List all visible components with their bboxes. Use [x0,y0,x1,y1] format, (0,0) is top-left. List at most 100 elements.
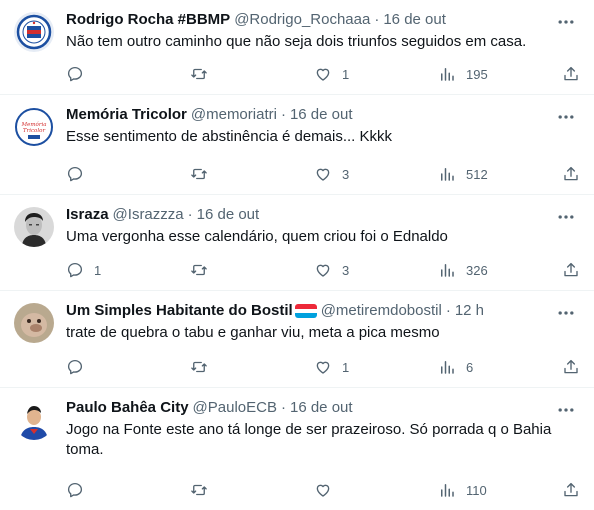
author-name[interactable]: Um Simples Habitante do Bostil [66,301,293,321]
reply-icon [67,166,83,182]
share-button[interactable] [562,480,580,500]
svg-text:Tricolor: Tricolor [23,128,46,134]
reply-button[interactable]: 1 [66,260,101,280]
more-options-icon[interactable] [556,207,576,227]
tweet-text: Uma vergonha esse calendário, quem criou… [66,228,448,245]
avatar[interactable] [14,12,54,52]
tweet-header: Israza @Israzzza · 16 de out [66,205,582,225]
views-icon [441,68,454,81]
share-icon [564,262,578,277]
share-button[interactable] [562,357,580,377]
share-icon [564,166,578,181]
heart-icon [316,168,330,181]
reply-feed: Rodrigo Rocha #BBMP @Rodrigo_Rochaaa · 1… [0,0,594,510]
avatar[interactable] [14,303,54,343]
tweet-actions: 1 3 326 [66,260,582,280]
author-handle[interactable]: @Israzzza [113,205,184,225]
heart-icon [316,264,330,277]
share-button[interactable] [562,260,580,280]
timestamp[interactable]: 16 de out [290,105,353,125]
luxembourg-flag-icon [294,304,317,318]
retweet-button[interactable] [190,357,218,377]
avatar[interactable] [14,400,54,440]
avatar[interactable]: Memória Tricolor [14,107,54,147]
like-button[interactable]: 1 [314,357,349,377]
portrait-icon [14,207,54,247]
share-icon [564,66,578,81]
retweet-button[interactable] [190,260,218,280]
view-count: 6 [466,359,474,375]
separator: · [445,302,451,319]
timestamp[interactable]: 12 h [455,301,484,321]
views-icon [441,168,454,181]
like-button[interactable] [314,480,342,500]
avatar[interactable] [14,207,54,247]
superhero-icon [14,400,54,440]
share-icon [564,359,578,374]
bahia-crest-icon [14,12,54,52]
share-button[interactable] [562,64,580,84]
author-name[interactable]: Paulo Bahêa City [66,398,189,418]
author-name[interactable]: Rodrigo Rocha #BBMP [66,10,230,30]
views-button[interactable]: 326 [438,260,488,280]
author-name[interactable]: Memória Tricolor [66,105,187,125]
more-options-icon[interactable] [556,400,576,420]
separator: · [374,11,380,28]
like-button[interactable]: 3 [314,260,349,280]
tweet[interactable]: Israza @Israzzza · 16 de out Uma vergonh… [0,195,594,291]
tweet[interactable]: Um Simples Habitante do Bostil @metiremd… [0,291,594,388]
views-button[interactable]: 110 [438,480,487,500]
tweet-actions: 1 195 [66,64,582,84]
views-button[interactable]: 195 [438,64,488,84]
like-count: 1 [342,359,350,375]
author-handle[interactable]: @metiremdobostil [321,301,442,321]
like-button[interactable]: 3 [314,164,349,184]
tweet[interactable]: Paulo Bahêa City @PauloECB · 16 de out J… [0,388,594,510]
timestamp[interactable]: 16 de out [290,398,353,418]
view-count: 110 [466,482,487,498]
share-button[interactable] [562,164,580,184]
more-options-icon[interactable] [556,303,576,323]
reply-icon [67,262,83,278]
reply-button[interactable] [66,480,94,500]
tweet-actions: 110 [66,480,582,500]
heart-icon [316,361,330,374]
reply-count: 1 [94,262,102,278]
author-name[interactable]: Israza [66,205,109,225]
tweet[interactable]: Rodrigo Rocha #BBMP @Rodrigo_Rochaaa · 1… [0,0,594,95]
author-handle[interactable]: @Rodrigo_Rochaaa [234,10,370,30]
heart-icon [316,68,330,81]
reply-icon [67,482,83,498]
more-options-icon[interactable] [556,12,576,32]
retweet-button[interactable] [190,164,218,184]
retweet-icon [191,68,207,80]
views-icon [441,361,454,374]
views-button[interactable]: 512 [438,164,488,184]
timestamp[interactable]: 16 de out [383,10,446,30]
reply-button[interactable] [66,164,94,184]
reply-button[interactable] [66,64,94,84]
retweet-button[interactable] [190,64,218,84]
author-handle[interactable]: @PauloECB [193,398,277,418]
separator: · [280,399,286,416]
timestamp[interactable]: 16 de out [197,205,260,225]
reply-button[interactable] [66,357,94,377]
tweet-text: trate de quebra o tabu e ganhar viu, met… [66,324,440,341]
retweet-icon [191,168,207,180]
share-icon [564,482,578,497]
views-icon [441,264,454,277]
memoria-tricolor-logo-icon: Memória Tricolor [14,107,54,147]
retweet-button[interactable] [190,480,218,500]
tweet-actions: 1 6 [66,357,582,377]
more-options-icon[interactable] [556,107,576,127]
creature-icon [14,303,54,343]
like-count: 3 [342,262,350,278]
author-handle[interactable]: @memoriatri [191,105,277,125]
views-button[interactable]: 6 [438,357,473,377]
tweet-actions: 3 512 [66,164,582,184]
tweet[interactable]: Memória Tricolor Memória Tricolor @memor… [0,95,594,195]
like-count: 3 [342,166,350,182]
like-button[interactable]: 1 [314,64,349,84]
heart-icon [316,484,330,497]
separator: · [187,206,193,223]
